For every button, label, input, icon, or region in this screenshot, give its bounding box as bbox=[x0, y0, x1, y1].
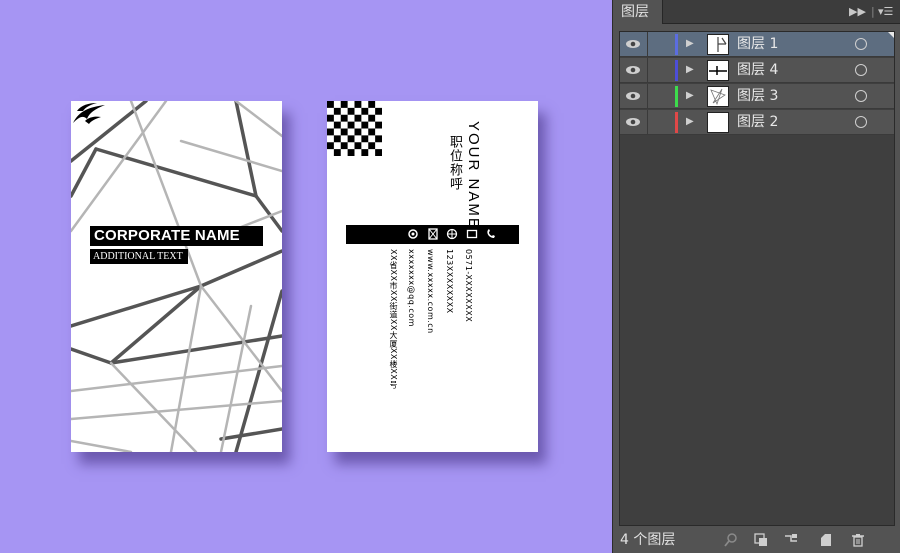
layer-thumbnail bbox=[707, 86, 729, 107]
layer-row-4[interactable]: ▶ 图层 4 bbox=[620, 58, 894, 83]
header-divider: | bbox=[871, 5, 875, 18]
mail-icon bbox=[428, 228, 438, 240]
layer-color-indicator bbox=[675, 60, 678, 81]
contact-icon-bar bbox=[346, 225, 519, 244]
layer-color-indicator bbox=[675, 34, 678, 55]
create-sublayer-icon[interactable] bbox=[783, 532, 799, 548]
delete-layer-icon[interactable] bbox=[850, 532, 866, 548]
layer-name[interactable]: 图层 3 bbox=[737, 88, 778, 105]
layer-thumbnail bbox=[707, 34, 729, 55]
layers-panel: 图层 ▶▶ | ▾☰ ▶ 图层 1 ▶ 图层 4 ▶ 图层 3 ▶ 图层 2 4… bbox=[612, 0, 900, 553]
selection-corner-icon bbox=[888, 32, 894, 38]
expand-arrow-icon[interactable]: ▶ bbox=[686, 90, 694, 101]
layer-color-indicator bbox=[675, 86, 678, 107]
layer-count: 4 个图层 bbox=[620, 532, 676, 548]
target-circle-icon[interactable] bbox=[855, 64, 867, 76]
panel-header: 图层 ▶▶ | ▾☰ bbox=[613, 0, 900, 24]
lock-column[interactable] bbox=[647, 84, 648, 109]
visibility-eye-icon[interactable] bbox=[624, 115, 642, 129]
make-clipping-mask-icon[interactable] bbox=[753, 532, 769, 548]
target-circle-icon[interactable] bbox=[855, 116, 867, 128]
layer-list[interactable]: ▶ 图层 1 ▶ 图层 4 ▶ 图层 3 ▶ 图层 2 bbox=[619, 31, 895, 526]
bird-logo-icon bbox=[73, 103, 105, 124]
layer-name[interactable]: 图层 2 bbox=[737, 114, 778, 131]
visibility-eye-icon[interactable] bbox=[624, 37, 642, 51]
business-card-back[interactable]: YOUR NAME 职位称呼 0571-XXXXXXXX 123XXXXXXXX… bbox=[327, 101, 538, 452]
lock-column[interactable] bbox=[647, 110, 648, 135]
layer-row-3[interactable]: ▶ 图层 3 bbox=[620, 84, 894, 109]
qr-code-icon bbox=[327, 101, 382, 156]
locate-object-icon[interactable] bbox=[723, 532, 739, 548]
layer-name[interactable]: 图层 1 bbox=[737, 36, 778, 53]
phone-icon bbox=[487, 229, 495, 238]
phone-text: 0571-XXXXXXXX bbox=[464, 249, 473, 323]
business-card-front[interactable]: CORPORATE NAME ADDITIONAL TEXT bbox=[71, 101, 282, 452]
target-circle-icon[interactable] bbox=[855, 90, 867, 102]
visibility-eye-icon[interactable] bbox=[624, 89, 642, 103]
email-text: xxxxxxx@qq.com bbox=[407, 249, 416, 327]
geometric-line-pattern bbox=[71, 101, 282, 452]
lock-column[interactable] bbox=[647, 32, 648, 57]
address-text: XX省XX市XX街道XX大厦XX楼XX号 bbox=[389, 249, 398, 389]
job-title: 职位称呼 bbox=[447, 135, 462, 191]
visibility-eye-icon[interactable] bbox=[624, 63, 642, 77]
collapse-panel-icon[interactable]: ▶▶ bbox=[849, 5, 866, 19]
lock-column[interactable] bbox=[647, 58, 648, 83]
additional-text: ADDITIONAL TEXT bbox=[90, 249, 188, 264]
expand-arrow-icon[interactable]: ▶ bbox=[686, 64, 694, 75]
web-icon bbox=[446, 228, 458, 240]
expand-arrow-icon[interactable]: ▶ bbox=[686, 116, 694, 127]
layer-thumbnail bbox=[707, 112, 729, 133]
layer-name[interactable]: 图层 4 bbox=[737, 62, 778, 79]
artboard-canvas[interactable]: CORPORATE NAME ADDITIONAL TEXT YOUR NAME… bbox=[0, 0, 612, 553]
layer-thumbnail bbox=[707, 60, 729, 81]
layer-color-indicator bbox=[675, 112, 678, 133]
website-text: www.xxxxx.com.cn bbox=[426, 249, 435, 334]
layer-row-2[interactable]: ▶ 图层 2 bbox=[620, 110, 894, 135]
expand-arrow-icon[interactable]: ▶ bbox=[686, 38, 694, 49]
mobile-text: 123XXXXXXXX bbox=[445, 249, 454, 314]
create-new-layer-icon[interactable] bbox=[818, 532, 834, 548]
mobile-icon bbox=[466, 229, 478, 239]
corporate-name: CORPORATE NAME bbox=[90, 226, 263, 246]
target-circle-icon[interactable] bbox=[855, 38, 867, 50]
layer-row-1[interactable]: ▶ 图层 1 bbox=[620, 32, 894, 57]
location-icon bbox=[408, 229, 418, 239]
your-name: YOUR NAME bbox=[465, 121, 482, 230]
layers-tab[interactable]: 图层 bbox=[613, 0, 663, 24]
panel-footer: 4 个图层 bbox=[613, 528, 900, 553]
panel-menu-icon[interactable]: ▾☰ bbox=[878, 5, 893, 19]
